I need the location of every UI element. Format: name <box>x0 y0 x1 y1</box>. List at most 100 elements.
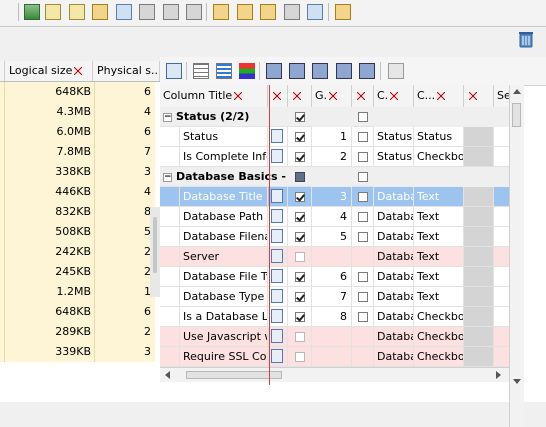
table-row[interactable]: 832KB 8 <box>0 202 155 222</box>
row-checkbox[interactable] <box>357 132 368 142</box>
field-list-icon[interactable] <box>271 269 283 283</box>
column-title-cell[interactable]: Server <box>180 247 268 267</box>
move-down-icon[interactable] <box>312 63 328 79</box>
filter-icon[interactable] <box>74 67 83 75</box>
visible-checkbox[interactable] <box>294 312 305 322</box>
table-row[interactable]: 339KB 3 <box>0 342 155 362</box>
row-checkbox[interactable] <box>357 272 368 282</box>
check-cell[interactable] <box>352 267 374 287</box>
grid-icon[interactable] <box>186 4 202 20</box>
visible-cell[interactable] <box>288 227 312 247</box>
column-header-checkbox[interactable] <box>288 85 312 107</box>
table-row[interactable]: 7.8MB 7 <box>0 142 155 162</box>
check-cell[interactable] <box>352 347 374 367</box>
dropdown-cell[interactable] <box>268 347 288 367</box>
column-title-cell[interactable]: Database Path <box>180 207 268 227</box>
column-row[interactable]: Database Title 3 Databa Text <box>160 187 510 207</box>
column-title-cell[interactable]: Is a Database Lir <box>180 307 268 327</box>
row-checkbox[interactable] <box>357 212 368 222</box>
column-header-logical-size[interactable]: Logical size <box>5 61 93 81</box>
column-header-check2[interactable] <box>352 85 374 107</box>
dropdown-cell[interactable] <box>268 247 288 267</box>
check-cell[interactable] <box>352 247 374 267</box>
table-row[interactable]: 1.2MB 1 <box>0 282 155 302</box>
column-title-cell[interactable]: Database Title <box>180 187 268 207</box>
column-width-icon[interactable] <box>388 63 404 79</box>
visible-cell[interactable] <box>288 327 312 347</box>
scrollbar-thumb[interactable] <box>512 103 521 127</box>
row-checkbox[interactable] <box>357 192 368 202</box>
group-visible-cell[interactable] <box>288 107 312 127</box>
dropdown-cell[interactable] <box>268 307 288 327</box>
filter-icon[interactable] <box>293 92 301 100</box>
check-cell[interactable] <box>352 227 374 247</box>
scrollbar-thumb[interactable] <box>153 217 157 273</box>
group-visible-checkbox[interactable] <box>295 112 305 122</box>
left-scrollbar[interactable] <box>150 207 160 297</box>
document-gear-icon[interactable] <box>260 4 276 20</box>
filter-icon[interactable] <box>329 92 338 100</box>
row-checkbox[interactable] <box>357 292 368 302</box>
column-title-cell[interactable]: Is Complete Info <box>180 147 268 167</box>
color-list-icon[interactable] <box>239 63 255 79</box>
dropdown-cell[interactable] <box>268 207 288 227</box>
column-row[interactable]: Use Javascript w Databa Checkbo <box>160 327 510 347</box>
field-list-icon[interactable] <box>271 349 283 363</box>
open-external-icon[interactable] <box>166 63 182 79</box>
scroll-up-icon[interactable] <box>513 89 521 94</box>
field-list-icon[interactable] <box>271 309 283 323</box>
table-icon[interactable] <box>45 4 61 20</box>
column-row[interactable]: Database Type 7 Databa Text <box>160 287 510 307</box>
row-checkbox[interactable] <box>357 312 368 322</box>
column-row[interactable]: Server Databa Text <box>160 247 510 267</box>
trash-icon[interactable] <box>517 30 535 48</box>
move-top-icon[interactable] <box>266 63 282 79</box>
field-list-icon[interactable] <box>271 209 283 223</box>
network-icon[interactable] <box>116 4 132 20</box>
column-title-cell[interactable]: Use Javascript w <box>180 327 268 347</box>
scrollbar-thumb[interactable] <box>186 371 282 379</box>
check-cell[interactable] <box>352 327 374 347</box>
visible-checkbox[interactable] <box>294 252 305 262</box>
check-cell[interactable] <box>352 147 374 167</box>
column-header-type[interactable]: C... <box>414 85 464 107</box>
visible-cell[interactable] <box>288 267 312 287</box>
document-edit-icon[interactable] <box>307 4 323 20</box>
table-row[interactable]: 289KB 2 <box>0 322 155 342</box>
table-row[interactable]: 338KB 3 <box>0 162 155 182</box>
column-header-title[interactable]: Column Title <box>160 85 268 107</box>
column-header-se[interactable]: Se <box>494 85 510 107</box>
layout-icon[interactable] <box>335 4 351 20</box>
table-row[interactable]: 245KB 2 <box>0 262 155 282</box>
column-header-physical-size[interactable]: Physical s... <box>93 61 160 81</box>
grid-vertical-scrollbar[interactable] <box>509 85 524 427</box>
table-edit-icon[interactable] <box>69 4 85 20</box>
visible-checkbox[interactable] <box>294 352 305 362</box>
filter-icon[interactable] <box>357 92 365 100</box>
column-title-cell[interactable]: Require SSL Con <box>180 347 268 367</box>
check-cell[interactable] <box>352 287 374 307</box>
field-list-icon[interactable] <box>271 249 283 263</box>
column-header-s[interactable] <box>464 85 494 107</box>
column-row[interactable]: Is Complete Info 2 Status Checkbo <box>160 147 510 167</box>
dropdown-cell[interactable] <box>268 147 288 167</box>
export-icon[interactable] <box>139 4 155 20</box>
filter-icon[interactable] <box>469 92 477 100</box>
table-row[interactable]: 648KB 6 <box>0 302 155 322</box>
dropdown-cell[interactable] <box>268 267 288 287</box>
scroll-down-icon[interactable] <box>513 379 521 384</box>
settings-folder-icon[interactable] <box>213 4 229 20</box>
column-title-cell[interactable]: Database File Ty <box>180 267 268 287</box>
row-checkbox[interactable] <box>357 152 368 162</box>
column-title-cell[interactable]: Status <box>180 127 268 147</box>
group-row[interactable]: − Status (2/2) <box>160 107 510 127</box>
visible-cell[interactable] <box>288 147 312 167</box>
field-list-icon[interactable] <box>271 329 283 343</box>
move-bottom-icon[interactable] <box>336 63 352 79</box>
folder-grid-icon[interactable] <box>92 4 108 20</box>
visible-checkbox[interactable] <box>294 152 305 162</box>
visible-checkbox[interactable] <box>294 272 305 282</box>
collapse-icon[interactable]: − <box>163 112 172 122</box>
field-list-icon[interactable] <box>271 129 283 143</box>
group-row[interactable]: −Database Basics - ... <box>160 167 510 187</box>
